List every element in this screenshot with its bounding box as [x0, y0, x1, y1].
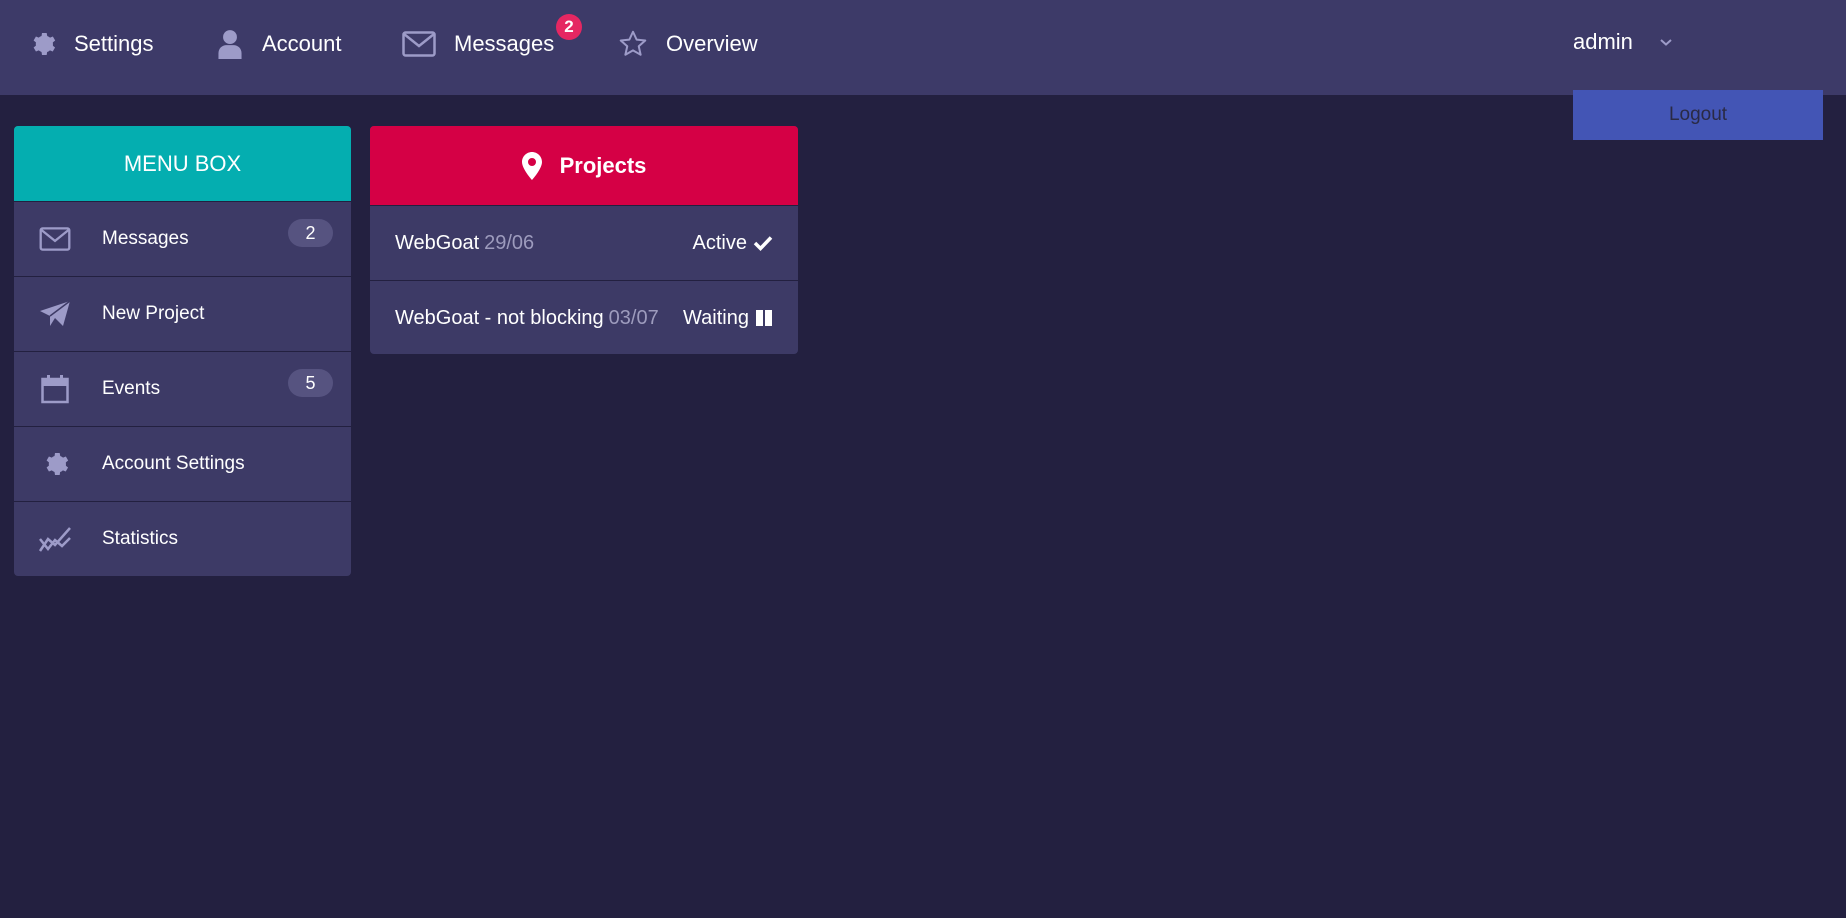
logout-button[interactable]: Logout [1573, 90, 1823, 140]
check-icon [753, 235, 773, 251]
gear-icon [38, 450, 72, 478]
projects-header: Projects [370, 126, 798, 205]
menu-item-events[interactable]: Events 5 [14, 351, 351, 426]
project-name: WebGoat [395, 231, 480, 254]
project-date: 29/06 [484, 231, 535, 254]
count-badge: 2 [288, 219, 333, 247]
top-navigation-bar: Settings Account Messages 2 Overview adm… [0, 0, 1846, 95]
project-status: Waiting [683, 307, 773, 330]
star-icon [618, 29, 648, 59]
menu-item-label: Statistics [102, 528, 179, 549]
messages-notification-badge: 2 [556, 14, 582, 40]
menu-item-statistics[interactable]: Statistics [14, 501, 351, 576]
menu-item-label: Events [102, 378, 161, 399]
project-status: Active [693, 232, 773, 255]
user-icon [216, 29, 244, 59]
nav-messages[interactable]: Messages [402, 0, 554, 88]
project-status-label: Waiting [683, 306, 749, 329]
project-row[interactable]: WebGoat 29/06 Active [370, 205, 798, 280]
calendar-icon [38, 374, 72, 404]
user-menu-toggle[interactable]: admin [1573, 26, 1673, 58]
envelope-icon [402, 31, 436, 57]
project-name: WebGoat - not blocking [395, 306, 604, 329]
menu-item-label: New Project [102, 303, 205, 324]
project-date: 03/07 [608, 306, 659, 329]
envelope-icon [38, 227, 72, 251]
line-chart-icon [38, 525, 72, 553]
menu-box: MENU BOX Messages 2 New Project Events 5… [14, 126, 351, 576]
projects-title: Projects [559, 152, 647, 178]
map-pin-icon [521, 151, 542, 180]
nav-settings[interactable]: Settings [28, 0, 154, 88]
nav-overview-label: Overview [666, 31, 758, 56]
menu-item-messages[interactable]: Messages 2 [14, 201, 351, 276]
nav-account[interactable]: Account [216, 0, 342, 88]
nav-settings-label: Settings [74, 31, 154, 56]
projects-panel: Projects WebGoat 29/06 Active WebGoat - … [370, 126, 798, 354]
nav-account-label: Account [262, 31, 342, 56]
project-row[interactable]: WebGoat - not blocking 03/07 Waiting [370, 280, 798, 354]
count-badge: 5 [288, 369, 333, 397]
paper-plane-icon [38, 300, 72, 328]
project-status-label: Active [692, 231, 747, 254]
menu-item-account-settings[interactable]: Account Settings [14, 426, 351, 501]
pause-icon [755, 309, 773, 327]
menu-item-label: Account Settings [102, 453, 245, 474]
chevron-down-icon [1659, 37, 1673, 47]
nav-messages-label: Messages [454, 31, 555, 56]
username: admin [1573, 29, 1633, 54]
menu-item-label: Messages [102, 228, 189, 249]
gear-icon [28, 30, 56, 58]
menu-item-new-project[interactable]: New Project [14, 276, 351, 351]
nav-overview[interactable]: Overview [618, 0, 758, 88]
menu-box-title: MENU BOX [14, 126, 351, 201]
